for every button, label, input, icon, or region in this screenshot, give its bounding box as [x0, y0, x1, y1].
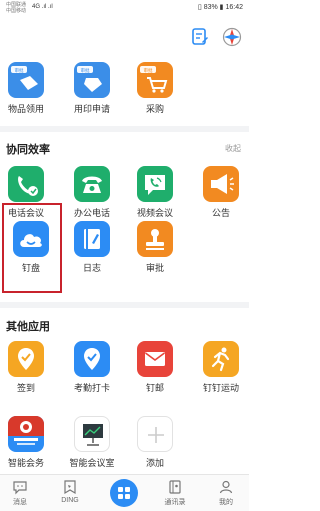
tab-profile[interactable]: 我的 [206, 479, 246, 507]
video-call-icon [137, 166, 173, 202]
stamp-icon [137, 221, 173, 257]
seal-icon: 审批 [74, 62, 110, 98]
app-label: 物品领用 [7, 104, 44, 114]
battery-icon: ▯ [197, 4, 202, 11]
app-label: 审批 [145, 263, 164, 273]
highlight-box [2, 203, 62, 293]
meeting-room-icon [74, 416, 110, 452]
app-item-ding-sport[interactable]: 钉钉运动 [195, 341, 247, 393]
app-item-purchase[interactable]: 审批 采购 [129, 62, 181, 114]
megaphone-icon [203, 166, 239, 202]
app-item-approval[interactable]: 审批 [129, 221, 181, 273]
battery-level: 83% [203, 4, 218, 11]
app-label: 采购 [145, 104, 164, 114]
badge-label: 审批 [15, 67, 24, 74]
app-label: 公告 [211, 208, 230, 218]
section-title-collab: 协同效率 [6, 144, 50, 156]
clock: 16:42 [225, 4, 243, 11]
signal-indicator: 4G .ıl .ıl [32, 4, 53, 10]
profile-icon [218, 479, 234, 495]
app-label: 视频会议 [136, 208, 173, 218]
app-item-attendance[interactable]: 考勤打卡 [66, 341, 118, 393]
tab-work[interactable] [110, 479, 138, 507]
badge-label: 审批 [81, 67, 90, 74]
app-label: 考勤打卡 [73, 383, 110, 393]
cart-icon: 审批 [137, 62, 173, 98]
app-item-meeting-room[interactable]: 智能会议室 [66, 416, 118, 468]
chat-icon [12, 479, 28, 495]
checkin-icon [8, 341, 44, 377]
box-icon: 审批 [8, 62, 44, 98]
tab-ding[interactable]: DING [50, 479, 90, 504]
desk-phone-icon [74, 166, 110, 202]
app-item-announcement[interactable]: 公告 [195, 166, 247, 218]
app-label: 签到 [16, 383, 35, 393]
app-item-journal[interactable]: 日志 [66, 221, 118, 273]
section-divider [0, 126, 249, 132]
edit-list-icon[interactable] [191, 27, 209, 47]
app-label: 智能会议室 [69, 458, 115, 468]
app-item-checkin[interactable]: 签到 [0, 341, 52, 393]
badge-label: 审批 [144, 67, 153, 74]
app-item-dingmail[interactable]: 钉邮 [129, 341, 181, 393]
collapse-button[interactable]: 收起 [225, 143, 241, 154]
tab-label: 我的 [219, 499, 233, 506]
app-label: 钉邮 [145, 383, 164, 393]
app-label: 钉钉运动 [202, 383, 239, 393]
app-item-smart-conference[interactable]: 智能会务 [0, 416, 52, 468]
carrier-info: 中国联通 中国移动 [6, 2, 26, 14]
tab-label: DING [61, 497, 79, 504]
app-label: 添加 [145, 458, 164, 468]
app-item-goods-request[interactable]: 审批 物品领用 [0, 62, 52, 114]
app-label: 办公电话 [73, 208, 110, 218]
battery-bar-icon: ▮ [219, 4, 224, 11]
ding-icon [62, 479, 78, 495]
app-item-seal-request[interactable]: 审批 用印申请 [66, 62, 118, 114]
section-title-other: 其他应用 [6, 321, 50, 333]
status-right: ▯ 83% ▮ 16:42 [198, 3, 243, 11]
tab-messages[interactable]: 消息 [0, 479, 40, 507]
location-check-icon [74, 341, 110, 377]
section-divider [0, 302, 249, 308]
mail-icon [137, 341, 173, 377]
carrier-2: 中国移动 [6, 8, 27, 14]
tab-label: 通讯录 [164, 499, 186, 506]
add-icon [137, 416, 173, 452]
status-bar: 中国联通 中国移动 4G .ıl .ıl ▯ 83% ▮ 16:42 [0, 0, 249, 16]
tab-contacts[interactable]: 通讯录 [155, 479, 195, 507]
app-label: 用印申请 [73, 104, 110, 114]
conference-icon [8, 416, 44, 452]
app-item-add[interactable]: 添加 [129, 416, 181, 468]
contacts-icon [167, 479, 183, 495]
app-label: 日志 [82, 263, 101, 273]
running-icon [203, 341, 239, 377]
work-grid-icon [118, 487, 130, 499]
bottom-nav: 消息 DING 通讯录 我的 [0, 474, 249, 511]
tab-label: 消息 [13, 499, 27, 506]
app-label: 智能会务 [7, 458, 44, 468]
compass-icon[interactable] [222, 27, 242, 47]
journal-icon [74, 221, 110, 257]
app-item-office-phone[interactable]: 办公电话 [66, 166, 118, 218]
app-item-video-meeting[interactable]: 视频会议 [129, 166, 181, 218]
phone-meeting-icon [8, 166, 44, 202]
